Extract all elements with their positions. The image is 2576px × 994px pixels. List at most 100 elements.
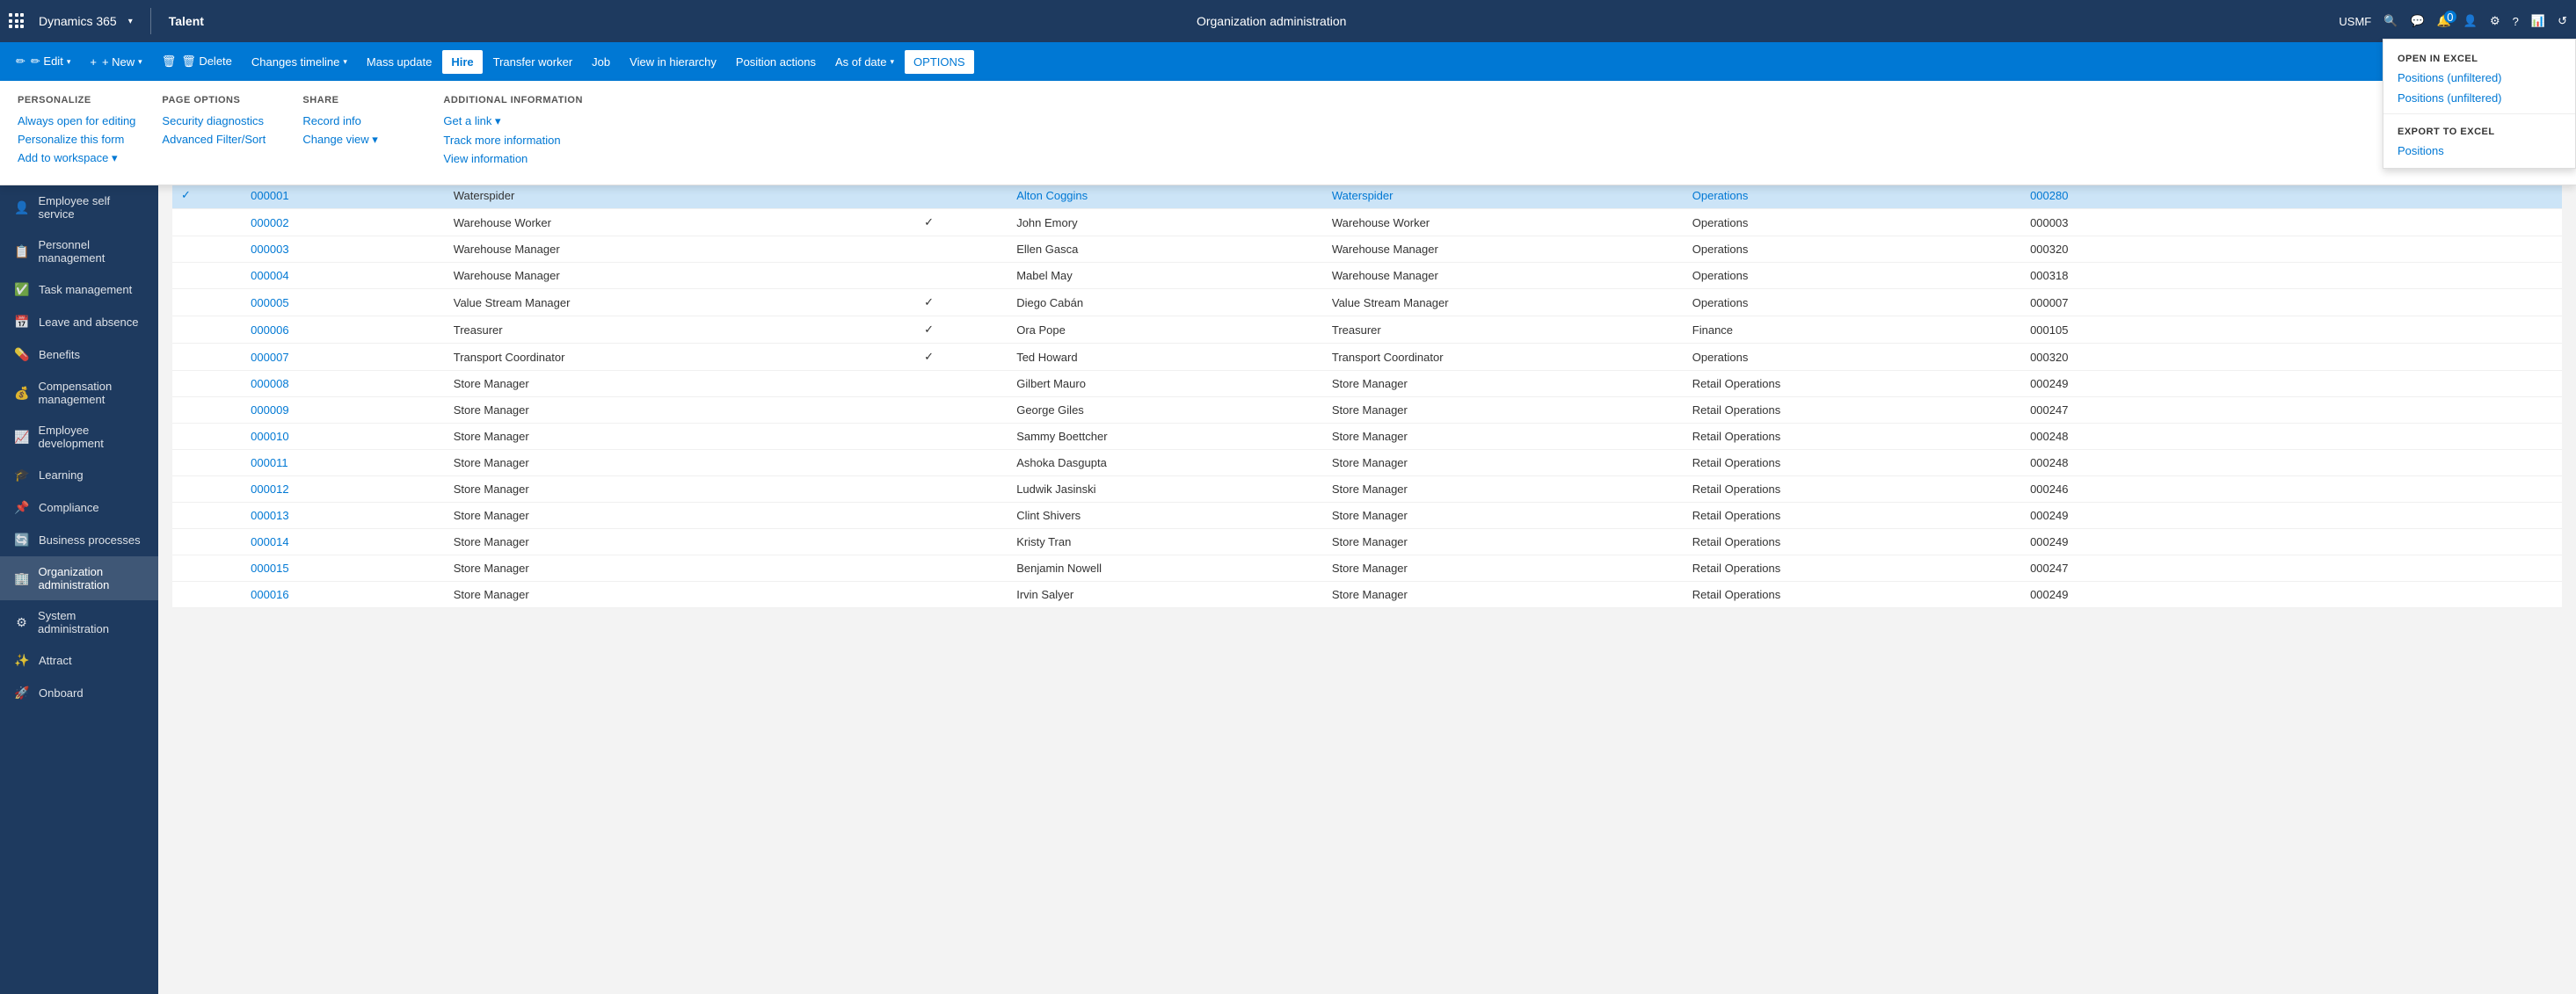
always-open-link[interactable]: Always open for editing <box>18 114 135 127</box>
sidebar-item-business-processes[interactable]: 🔄 Business processes <box>0 524 158 556</box>
position-id[interactable]: 000013 <box>242 503 445 529</box>
department-name[interactable]: Retail Operations <box>1684 424 2021 450</box>
advanced-filter-link[interactable]: Advanced Filter/Sort <box>162 133 276 146</box>
row-checkbox[interactable] <box>172 476 242 503</box>
job-name[interactable]: Treasurer <box>1323 316 1684 344</box>
department-name[interactable]: Retail Operations <box>1684 555 2021 582</box>
sidebar-item-attract[interactable]: ✨ Attract <box>0 644 158 677</box>
reports-to-position[interactable]: 000247 <box>2021 555 2314 582</box>
table-row[interactable]: 000011Store ManagerAshoka DasguptaStore … <box>172 450 2562 476</box>
delete-button[interactable]: 🗑 🗑 Delete <box>153 49 241 74</box>
hire-button[interactable]: Hire <box>442 50 482 74</box>
department-name[interactable]: Retail Operations <box>1684 582 2021 608</box>
job-name[interactable]: Store Manager <box>1323 397 1684 424</box>
changes-timeline-button[interactable]: Changes timeline ▾ <box>243 50 356 74</box>
row-checkbox[interactable] <box>172 263 242 289</box>
track-more-link[interactable]: Track more information <box>443 134 582 147</box>
table-row[interactable]: 000007Transport Coordinator✓Ted HowardTr… <box>172 344 2562 371</box>
row-checkbox[interactable] <box>172 236 242 263</box>
job-name[interactable]: Warehouse Worker <box>1323 209 1684 236</box>
row-checkbox[interactable] <box>172 555 242 582</box>
reports-to-position[interactable]: 000318 <box>2021 263 2314 289</box>
position-id[interactable]: 000014 <box>242 529 445 555</box>
department-name[interactable]: Operations <box>1684 263 2021 289</box>
worker-name[interactable]: Ellen Gasca <box>1008 236 1323 263</box>
app-switcher-button[interactable] <box>9 13 25 29</box>
job-name[interactable]: Warehouse Manager <box>1323 263 1684 289</box>
edit-button[interactable]: ✏ ✏ Edit ▾ <box>7 49 79 74</box>
reports-to-position[interactable]: 000248 <box>2021 424 2314 450</box>
positions-export-link[interactable]: Positions <box>2383 141 2575 161</box>
worker-name[interactable]: Sammy Boettcher <box>1008 424 1323 450</box>
worker-name[interactable]: Ashoka Dasgupta <box>1008 450 1323 476</box>
department-name[interactable]: Retail Operations <box>1684 529 2021 555</box>
position-actions-button[interactable]: Position actions <box>727 50 825 74</box>
reports-to-position[interactable]: 000003 <box>2021 209 2314 236</box>
job-name[interactable]: Store Manager <box>1323 555 1684 582</box>
worker-name[interactable]: Benjamin Nowell <box>1008 555 1323 582</box>
job-name[interactable]: Store Manager <box>1323 503 1684 529</box>
sidebar-item-learning[interactable]: 🎓 Learning <box>0 459 158 491</box>
job-name[interactable]: Value Stream Manager <box>1323 289 1684 316</box>
worker-name[interactable]: John Emory <box>1008 209 1323 236</box>
position-id[interactable]: 000004 <box>242 263 445 289</box>
worker-name[interactable]: Irvin Salyer <box>1008 582 1323 608</box>
row-checkbox[interactable] <box>172 371 242 397</box>
row-checkbox[interactable] <box>172 289 242 316</box>
chat-icon[interactable]: 💬 <box>2410 14 2424 28</box>
as-of-date-button[interactable]: As of date ▾ <box>826 50 903 74</box>
job-name[interactable]: Store Manager <box>1323 424 1684 450</box>
department-name[interactable]: Operations <box>1684 289 2021 316</box>
get-link-link[interactable]: Get a link ▾ <box>443 114 582 128</box>
security-diagnostics-link[interactable]: Security diagnostics <box>162 114 276 127</box>
job-name[interactable]: Store Manager <box>1323 450 1684 476</box>
worker-name[interactable]: Ted Howard <box>1008 344 1323 371</box>
department-name[interactable]: Retail Operations <box>1684 397 2021 424</box>
transfer-worker-button[interactable]: Transfer worker <box>484 50 582 74</box>
table-row[interactable]: 000005Value Stream Manager✓Diego CabánVa… <box>172 289 2562 316</box>
row-checkbox[interactable] <box>172 316 242 344</box>
row-checkbox[interactable] <box>172 344 242 371</box>
reports-to-position[interactable]: 000249 <box>2021 582 2314 608</box>
dynamics-chevron-icon[interactable]: ▾ <box>128 17 133 26</box>
person-icon[interactable]: 👤 <box>2463 14 2478 28</box>
department-name[interactable]: Operations <box>1684 209 2021 236</box>
worker-name[interactable]: Kristy Tran <box>1008 529 1323 555</box>
sidebar-item-compliance[interactable]: 📌 Compliance <box>0 491 158 524</box>
department-name[interactable]: Operations <box>1684 236 2021 263</box>
worker-name[interactable]: Clint Shivers <box>1008 503 1323 529</box>
job-name[interactable]: Store Manager <box>1323 371 1684 397</box>
worker-name[interactable]: Gilbert Mauro <box>1008 371 1323 397</box>
department-name[interactable]: Retail Operations <box>1684 476 2021 503</box>
sidebar-item-employee-self-service[interactable]: 👤 Employee self service <box>0 185 158 229</box>
job-name[interactable]: Warehouse Manager <box>1323 236 1684 263</box>
table-row[interactable]: 000009Store ManagerGeorge GilesStore Man… <box>172 397 2562 424</box>
row-checkbox[interactable] <box>172 582 242 608</box>
row-checkbox[interactable] <box>172 450 242 476</box>
department-name[interactable]: Retail Operations <box>1684 450 2021 476</box>
settings-icon[interactable]: ⚙ <box>2490 14 2500 28</box>
position-id[interactable]: 000005 <box>242 289 445 316</box>
positions-unfiltered-link-1[interactable]: Positions (unfiltered) <box>2383 68 2575 88</box>
sidebar-item-task-management[interactable]: ✅ Task management <box>0 273 158 306</box>
position-id[interactable]: 000010 <box>242 424 445 450</box>
sidebar-item-benefits[interactable]: 💊 Benefits <box>0 338 158 371</box>
position-id[interactable]: 000016 <box>242 582 445 608</box>
change-view-link[interactable]: Change view ▾ <box>302 133 417 147</box>
table-row[interactable]: 000010Store ManagerSammy BoettcherStore … <box>172 424 2562 450</box>
worker-name[interactable]: Diego Cabán <box>1008 289 1323 316</box>
position-id[interactable]: 000007 <box>242 344 445 371</box>
mass-update-button[interactable]: Mass update <box>358 50 440 74</box>
record-info-link[interactable]: Record info <box>302 114 417 127</box>
reports-to-position[interactable]: 000247 <box>2021 397 2314 424</box>
reports-to-position[interactable]: 000320 <box>2021 344 2314 371</box>
table-row[interactable]: 000002Warehouse Worker✓John EmoryWarehou… <box>172 209 2562 236</box>
sidebar-item-compensation[interactable]: 💰 Compensation management <box>0 371 158 415</box>
table-row[interactable]: 000016Store ManagerIrvin SalyerStore Man… <box>172 582 2562 608</box>
sidebar-item-personnel-management[interactable]: 📋 Personnel management <box>0 229 158 273</box>
reports-to-position[interactable]: 000105 <box>2021 316 2314 344</box>
position-id[interactable]: 000008 <box>242 371 445 397</box>
excel-icon[interactable]: 📊 <box>2531 14 2545 28</box>
position-id[interactable]: 000006 <box>242 316 445 344</box>
reports-to-position[interactable]: 000246 <box>2021 476 2314 503</box>
